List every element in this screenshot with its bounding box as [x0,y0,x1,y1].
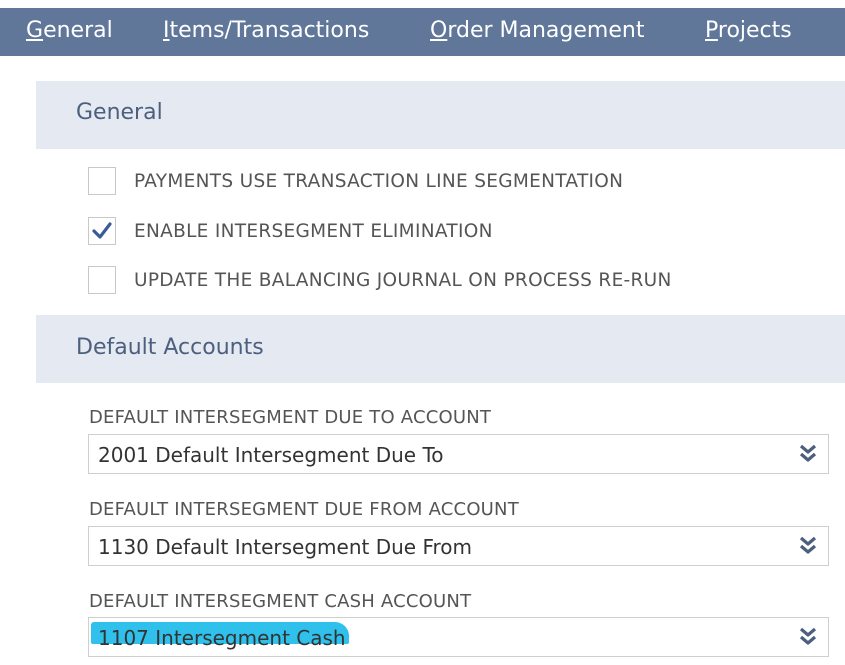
tab-order-management[interactable]: Order Management [430,18,644,43]
general-section-title: General [76,100,163,125]
tab-bar: General Items/Transactions Order Managem… [0,8,845,56]
double-chevron-down-icon [799,444,817,462]
general-section-header: General [36,81,845,149]
tab-general[interactable]: General [26,18,113,43]
due-from-account-value: 1130 Default Intersegment Due From [98,535,473,559]
due-from-account-label: DEFAULT INTERSEGMENT DUE FROM ACCOUNT [89,499,519,520]
due-from-account-select[interactable]: 1130 Default Intersegment Due From [88,526,829,566]
double-chevron-down-icon [799,536,817,554]
cash-account-label: DEFAULT INTERSEGMENT CASH ACCOUNT [89,591,472,612]
default-accounts-section-header: Default Accounts [36,315,845,383]
tab-items-transactions[interactable]: Items/Transactions [163,18,369,43]
cash-account-value: 1107 Intersegment Cash [98,626,346,650]
due-to-account-value: 2001 Default Intersegment Due To [98,443,444,467]
checkbox-row-intersegment-elimination: ENABLE INTERSEGMENT ELIMINATION [88,215,493,247]
due-to-account-label: DEFAULT INTERSEGMENT DUE TO ACCOUNT [89,407,492,428]
cash-account-select[interactable]: 1107 Intersegment Cash [88,617,829,657]
payments-segmentation-checkbox[interactable] [88,167,116,195]
intersegment-elimination-checkbox[interactable] [88,217,116,245]
checkbox-row-balancing-journal: UPDATE THE BALANCING JOURNAL ON PROCESS … [88,264,672,296]
payments-segmentation-label: PAYMENTS USE TRANSACTION LINE SEGMENTATI… [134,170,624,192]
double-chevron-down-icon [799,627,817,645]
balancing-journal-label: UPDATE THE BALANCING JOURNAL ON PROCESS … [134,269,672,291]
due-to-account-select[interactable]: 2001 Default Intersegment Due To [88,434,829,474]
checkmark-icon [92,222,112,239]
balancing-journal-checkbox[interactable] [88,266,116,294]
default-accounts-section-title: Default Accounts [76,335,264,360]
intersegment-elimination-label: ENABLE INTERSEGMENT ELIMINATION [134,220,493,242]
checkbox-row-payments-segmentation: PAYMENTS USE TRANSACTION LINE SEGMENTATI… [88,165,623,197]
tab-projects[interactable]: Projects [705,18,792,43]
